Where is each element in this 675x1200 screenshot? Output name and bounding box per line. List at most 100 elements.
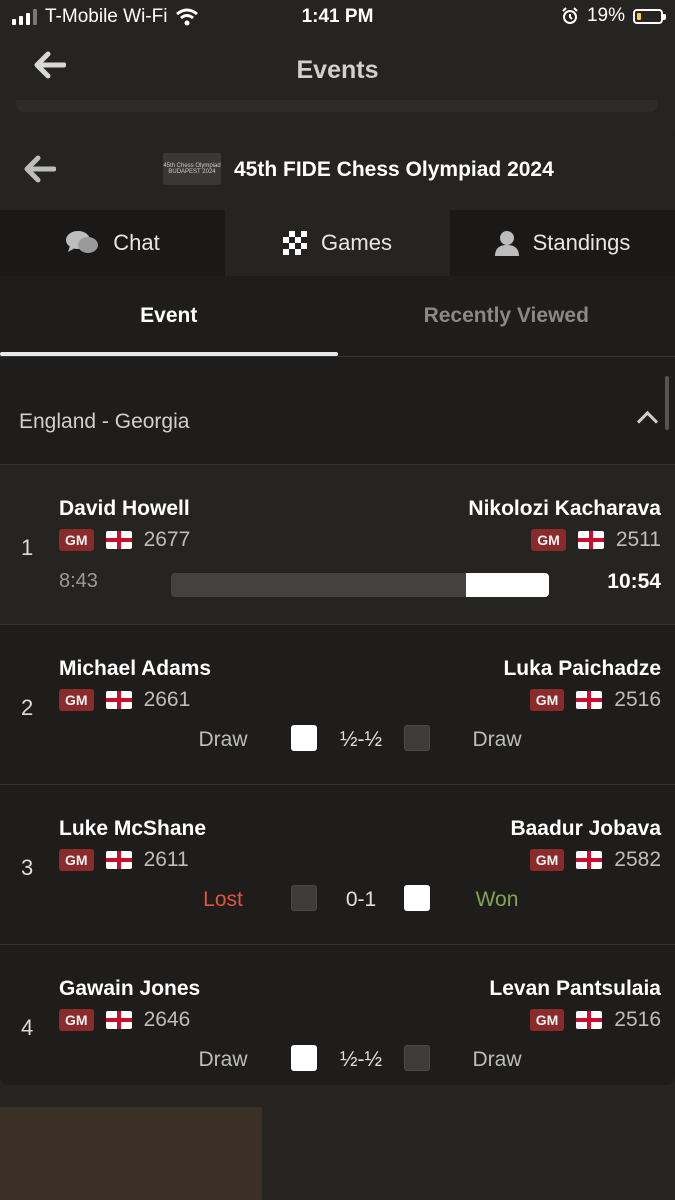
england-flag-icon <box>105 531 132 549</box>
white-player-name: Gawain Jones <box>59 977 201 1000</box>
player-rating: 2582 <box>614 848 661 871</box>
player-rating: 2511 <box>615 528 661 551</box>
black-player-name: Nikolozi Kacharava <box>468 497 661 520</box>
black-player-name: Luka Paichadze <box>503 657 661 680</box>
title-badge: GM <box>59 689 94 711</box>
white-result: Lost <box>203 888 243 911</box>
tab-games[interactable]: Games <box>225 210 450 276</box>
event-logo-subtext: BUDAPEST 2024 <box>168 169 216 175</box>
person-icon <box>494 231 519 256</box>
player-rating: 2516 <box>614 688 661 711</box>
board-number: 1 <box>21 535 34 560</box>
status-right: 19% <box>561 5 666 27</box>
event-title: 45th FIDE Chess Olympiad 2024 <box>234 158 554 181</box>
black-player-meta: GM 2511 <box>531 528 661 552</box>
tab-standings-label: Standings <box>532 230 631 255</box>
white-square-icon <box>291 725 317 751</box>
georgia-flag-icon <box>576 691 603 709</box>
black-result: Won <box>475 888 519 911</box>
white-player-meta: GM 2677 <box>59 528 190 552</box>
chevron-up-icon[interactable] <box>636 410 659 433</box>
battery-icon <box>633 8 666 24</box>
player-rating: 2516 <box>614 1008 661 1031</box>
board-number: 2 <box>21 695 34 720</box>
battery-level <box>637 12 642 20</box>
georgia-flag-icon <box>576 851 603 869</box>
white-player-name: Luke McShane <box>59 817 207 840</box>
white-clock: 8:43 <box>59 570 98 592</box>
evaluation-fill <box>465 573 549 597</box>
georgia-flag-icon <box>576 1011 603 1029</box>
player-rating: 2677 <box>143 528 191 551</box>
bottom-banner <box>0 1107 262 1200</box>
white-player-meta: GM 2611 <box>59 848 189 872</box>
board-number: 4 <box>21 1015 34 1040</box>
alarm-icon <box>562 7 578 24</box>
title-badge: GM <box>59 1009 94 1031</box>
black-square-icon <box>291 885 317 911</box>
black-player-name: Levan Pantsulaia <box>489 977 661 1000</box>
event-back-arrow-icon[interactable] <box>24 152 57 190</box>
tab-games-label: Games <box>321 230 392 255</box>
event-panel: 45th Chess Olympiad BUDAPEST 2024 45th F… <box>0 130 675 1085</box>
black-square-icon <box>404 1045 430 1071</box>
game-score: ½-½ <box>339 1048 383 1071</box>
white-square-icon <box>291 1045 317 1071</box>
white-player-name: Michael Adams <box>59 657 212 680</box>
title-badge: GM <box>531 529 566 551</box>
main-tabs: Chat Games Standings <box>0 210 675 276</box>
title-badge: GM <box>529 1009 565 1031</box>
black-player-name: Baadur Jobava <box>510 817 661 840</box>
battery-percent: 19% <box>586 5 625 26</box>
board-number: 3 <box>21 855 34 880</box>
game-result: Draw ½-½ Draw <box>0 1045 675 1075</box>
game-row[interactable]: 4 Gawain Jones Levan Pantsulaia GM 2646 … <box>0 945 675 1085</box>
white-player-name: David Howell <box>59 497 190 520</box>
black-player-meta: GM 2516 <box>529 1008 661 1032</box>
white-result: Draw <box>198 728 248 751</box>
player-rating: 2661 <box>143 688 191 711</box>
chat-icon <box>66 231 99 253</box>
black-result: Draw <box>472 1048 522 1071</box>
white-player-meta: GM 2646 <box>59 1008 190 1032</box>
black-square-icon <box>404 725 430 751</box>
title-badge: GM <box>529 849 565 871</box>
black-clock: 10:54 <box>607 570 661 593</box>
game-row[interactable]: 3 Luke McShane Baadur Jobava GM 2611 GM … <box>0 785 675 945</box>
black-player-meta: GM 2516 <box>529 688 661 712</box>
georgia-flag-icon <box>577 531 604 549</box>
status-bar: T-Mobile Wi-Fi 1:41 PM 19% <box>0 0 675 36</box>
tab-chat-label: Chat <box>113 230 160 255</box>
player-rating: 2646 <box>143 1008 191 1031</box>
england-flag-icon <box>105 1011 132 1029</box>
game-row[interactable]: 1 David Howell Nikolozi Kacharava GM 267… <box>0 465 675 625</box>
evaluation-bar <box>171 573 549 597</box>
header-divider <box>16 100 658 112</box>
page-title: Events <box>296 56 379 84</box>
game-score: 0-1 <box>345 888 377 911</box>
checkerboard-icon <box>283 231 308 255</box>
match-title: England - Georgia <box>19 410 190 433</box>
black-result: Draw <box>472 728 522 751</box>
game-score: ½-½ <box>339 728 383 751</box>
white-square-icon <box>404 885 430 911</box>
tab-event[interactable]: Event <box>0 276 338 356</box>
app-header: Events <box>0 36 675 106</box>
game-result: Lost 0-1 Won <box>0 885 675 915</box>
event-header: 45th Chess Olympiad BUDAPEST 2024 45th F… <box>0 130 675 210</box>
tab-recently-viewed[interactable]: Recently Viewed <box>338 276 675 356</box>
title-badge: GM <box>59 529 94 551</box>
event-logo: 45th Chess Olympiad BUDAPEST 2024 <box>163 153 221 185</box>
england-flag-icon <box>105 691 132 709</box>
england-flag-icon <box>105 851 132 869</box>
title-badge: GM <box>529 689 565 711</box>
white-result: Draw <box>198 1048 248 1071</box>
sub-tabs: Event Recently Viewed <box>0 276 675 357</box>
game-result: Draw ½-½ Draw <box>0 725 675 755</box>
tab-standings[interactable]: Standings <box>450 210 675 276</box>
tab-chat[interactable]: Chat <box>0 210 225 276</box>
match-header[interactable]: England - Georgia <box>0 380 675 465</box>
game-row[interactable]: 2 Michael Adams Luka Paichadze GM 2661 G… <box>0 625 675 785</box>
white-player-meta: GM 2661 <box>59 688 190 712</box>
black-player-meta: GM 2582 <box>529 848 661 872</box>
